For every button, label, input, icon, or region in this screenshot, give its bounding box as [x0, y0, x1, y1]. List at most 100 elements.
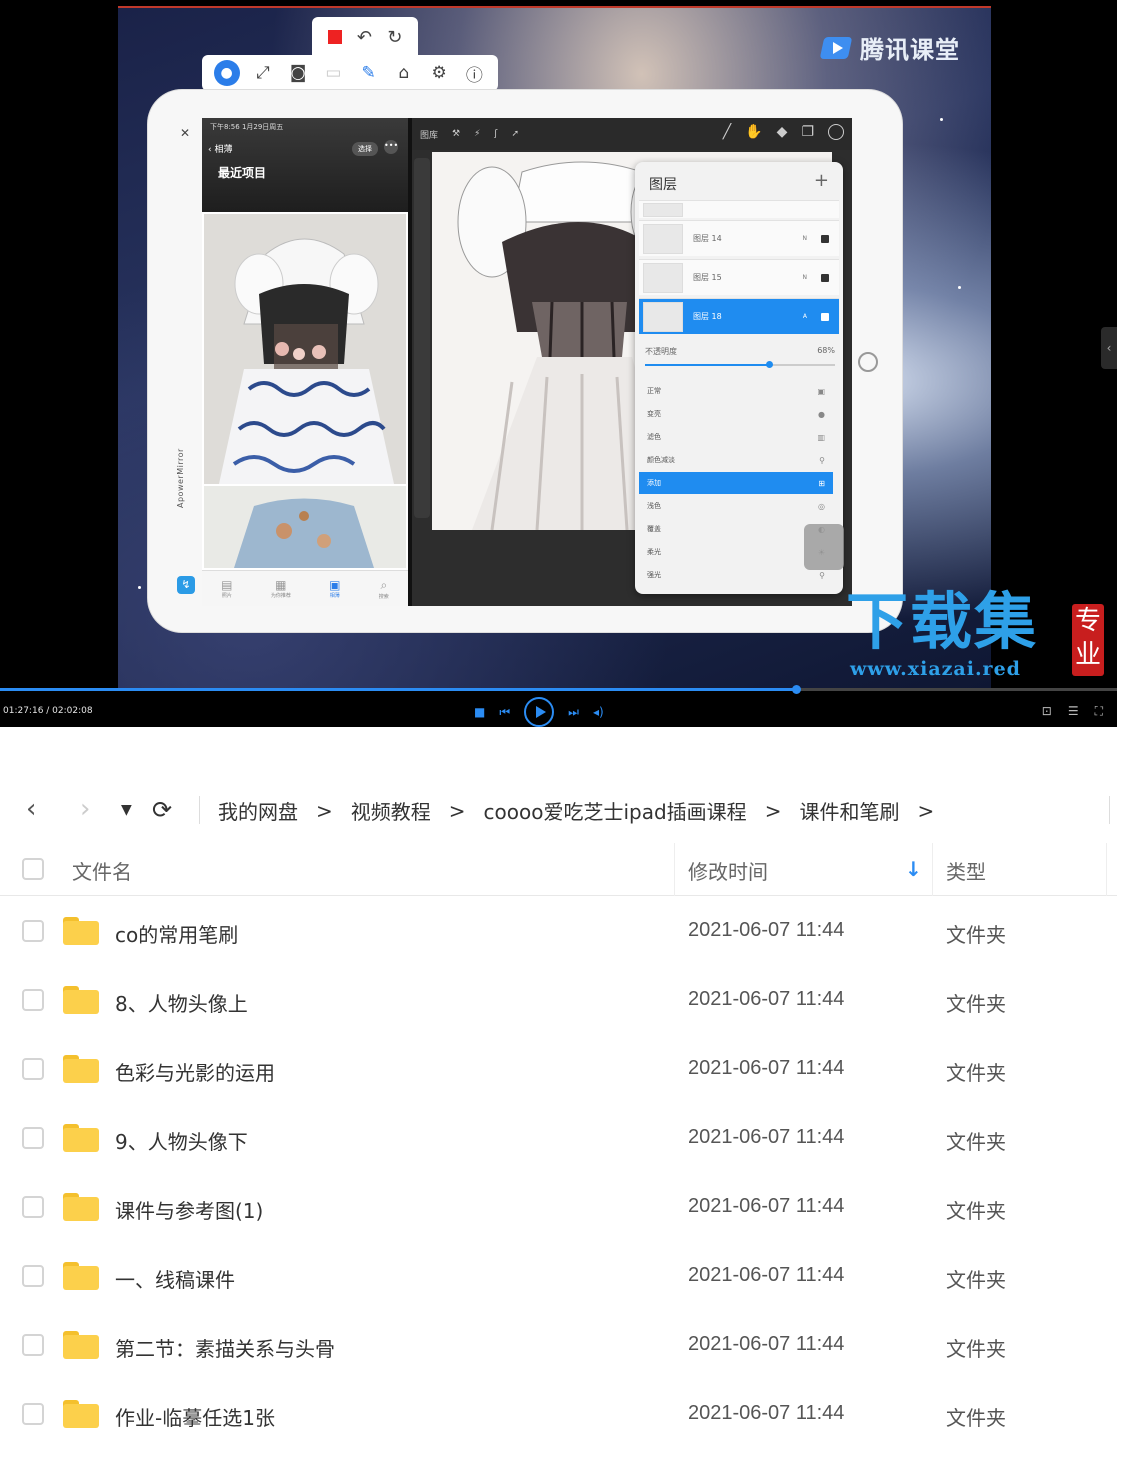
- table-row[interactable]: 8、人物头像上 2021-06-07 11:44 文件夹: [0, 966, 1117, 1035]
- transform-icon[interactable]: ➚: [511, 129, 519, 139]
- layer-visibility-checkbox[interactable]: [821, 312, 829, 321]
- column-header-name[interactable]: 文件名: [72, 856, 132, 885]
- sort-descending-icon[interactable]: ↓: [905, 857, 922, 881]
- file-name[interactable]: 第二节：素描关系与头骨: [115, 1333, 335, 1362]
- layers-icon[interactable]: ❐: [801, 124, 814, 140]
- row-checkbox[interactable]: [22, 1196, 44, 1218]
- brush-size-slider[interactable]: [414, 158, 430, 518]
- layer-visibility-checkbox[interactable]: [821, 234, 829, 243]
- file-name[interactable]: co的常用笔刷: [115, 919, 238, 948]
- file-name[interactable]: 一、线稿课件: [115, 1264, 235, 1293]
- breadcrumb-item[interactable]: coooo爱吃芝士ipad插画课程: [484, 796, 747, 825]
- apowermirror-icon[interactable]: ↯: [177, 576, 195, 594]
- progress-handle[interactable]: [792, 685, 802, 694]
- row-checkbox[interactable]: [22, 1334, 44, 1356]
- layer-row[interactable]: [639, 200, 839, 218]
- previous-icon[interactable]: ⏮: [499, 705, 510, 720]
- blend-mode-item-selected[interactable]: 添加 ⊞: [639, 472, 833, 494]
- layer-row[interactable]: 图层 15 N: [639, 259, 839, 295]
- fullscreen-icon[interactable]: ⛶: [1095, 704, 1103, 719]
- select-button[interactable]: 选择: [352, 142, 378, 156]
- column-divider[interactable]: [1106, 843, 1107, 896]
- row-checkbox[interactable]: [22, 989, 44, 1011]
- file-name[interactable]: 8、人物头像上: [115, 988, 248, 1017]
- row-checkbox[interactable]: [22, 1403, 44, 1425]
- avatar-icon[interactable]: ●: [213, 60, 240, 86]
- pen-icon[interactable]: ✎: [357, 63, 381, 83]
- table-row[interactable]: 色彩与光影的运用 2021-06-07 11:44 文件夹: [0, 1035, 1117, 1104]
- gear-icon[interactable]: ⚙: [427, 63, 451, 83]
- more-icon[interactable]: •••: [384, 140, 398, 154]
- brush-icon[interactable]: ╱: [723, 124, 731, 140]
- layer-mode[interactable]: N: [803, 274, 808, 281]
- color-picker-icon[interactable]: [828, 124, 844, 140]
- row-checkbox[interactable]: [22, 1127, 44, 1149]
- screenshot-icon[interactable]: ⊡: [1042, 704, 1052, 719]
- video-camera-icon[interactable]: ▭: [321, 63, 345, 83]
- camera-icon[interactable]: ◙: [286, 63, 310, 83]
- tab-search[interactable]: ⌕ 搜索: [379, 578, 389, 600]
- settings-icon[interactable]: ☰: [1068, 704, 1079, 719]
- blend-mode-item[interactable]: 浅色 ◎: [639, 495, 833, 517]
- layer-row-selected[interactable]: 图层 18 A: [639, 298, 839, 334]
- gift-icon[interactable]: ⌂: [392, 63, 416, 83]
- tab-photos[interactable]: ▤ 照片: [221, 578, 232, 599]
- file-name[interactable]: 课件与参考图(1): [115, 1195, 263, 1224]
- stop-record-icon[interactable]: [327, 30, 342, 44]
- tab-albums[interactable]: ▣ 相薄: [329, 578, 340, 599]
- volume-icon[interactable]: ◂): [593, 705, 604, 719]
- side-collapse-button[interactable]: ‹: [1101, 327, 1117, 369]
- breadcrumb-item[interactable]: 课件和笔刷: [799, 796, 899, 825]
- quick-menu-button[interactable]: [804, 524, 844, 570]
- home-button-icon[interactable]: [858, 352, 878, 372]
- layer-visibility-checkbox[interactable]: [821, 273, 829, 282]
- breadcrumb-item[interactable]: 视频教程: [351, 796, 431, 825]
- wrench-icon[interactable]: ⚒: [452, 129, 460, 139]
- selection-icon[interactable]: ʃ: [494, 129, 497, 139]
- row-checkbox[interactable]: [22, 1058, 44, 1080]
- progress-bar[interactable]: [0, 685, 1117, 694]
- column-divider[interactable]: [674, 843, 675, 896]
- blend-mode-item[interactable]: 强光 ⚲: [639, 564, 833, 586]
- fullscreen-icon[interactable]: ⤢: [251, 63, 275, 83]
- forward-icon[interactable]: ›: [80, 794, 90, 824]
- row-checkbox[interactable]: [22, 1265, 44, 1287]
- next-icon[interactable]: ⏭: [568, 705, 579, 720]
- table-row[interactable]: 课件与参考图(1) 2021-06-07 11:44 文件夹: [0, 1173, 1117, 1242]
- redo-icon[interactable]: ↻: [387, 27, 402, 48]
- table-row[interactable]: 作业-临摹任选1张 2021-06-07 11:44 文件夹: [0, 1380, 1117, 1449]
- gallery-button[interactable]: 图库: [420, 128, 438, 141]
- add-layer-icon[interactable]: +: [814, 170, 829, 191]
- magic-wand-icon[interactable]: ⚡: [474, 129, 480, 139]
- play-button[interactable]: [524, 697, 555, 727]
- layer-row[interactable]: 图层 14 N: [639, 220, 839, 256]
- file-name[interactable]: 9、人物头像下: [115, 1126, 248, 1155]
- close-icon[interactable]: ✕: [180, 126, 190, 140]
- table-row[interactable]: 一、线稿课件 2021-06-07 11:44 文件夹: [0, 1242, 1117, 1311]
- blend-mode-item[interactable]: 变亮 ●: [639, 403, 833, 425]
- table-row[interactable]: co的常用笔刷 2021-06-07 11:44 文件夹: [0, 897, 1117, 966]
- file-name[interactable]: 作业-临摹任选1张: [115, 1402, 275, 1431]
- opacity-slider[interactable]: 不透明度 68%: [645, 346, 835, 368]
- select-all-checkbox[interactable]: [22, 858, 44, 880]
- reference-photo[interactable]: [204, 214, 406, 484]
- column-divider[interactable]: [932, 843, 933, 896]
- undo-icon[interactable]: ↶: [357, 27, 372, 48]
- smudge-icon[interactable]: ✋: [745, 124, 762, 140]
- refresh-icon[interactable]: ⟳: [152, 796, 172, 824]
- reference-photo[interactable]: [204, 486, 406, 568]
- eraser-icon[interactable]: ◆: [777, 124, 788, 140]
- history-dropdown-icon[interactable]: ▼: [121, 802, 132, 818]
- video-player[interactable]: 腾讯课堂 ‹ ↶ ↻ ● ⤢ ◙ ▭ ✎ ⌂ ⚙ ⓘ ✕ ApowerMirro…: [0, 0, 1117, 727]
- row-checkbox[interactable]: [22, 920, 44, 942]
- blend-mode-item[interactable]: 滤色 ▥: [639, 426, 833, 448]
- layer-mode[interactable]: A: [803, 313, 807, 320]
- tab-for-you[interactable]: ▦ 为你推荐: [271, 578, 291, 599]
- table-row[interactable]: 第二节：素描关系与头骨 2021-06-07 11:44 文件夹: [0, 1311, 1117, 1380]
- column-header-modified[interactable]: 修改时间: [688, 856, 768, 885]
- stop-icon[interactable]: ■: [474, 705, 485, 719]
- breadcrumb-item[interactable]: 我的网盘: [218, 796, 298, 825]
- table-row[interactable]: 9、人物头像下 2021-06-07 11:44 文件夹: [0, 1104, 1117, 1173]
- back-link[interactable]: ‹ 相薄: [208, 142, 232, 155]
- help-icon[interactable]: ⓘ: [462, 61, 486, 86]
